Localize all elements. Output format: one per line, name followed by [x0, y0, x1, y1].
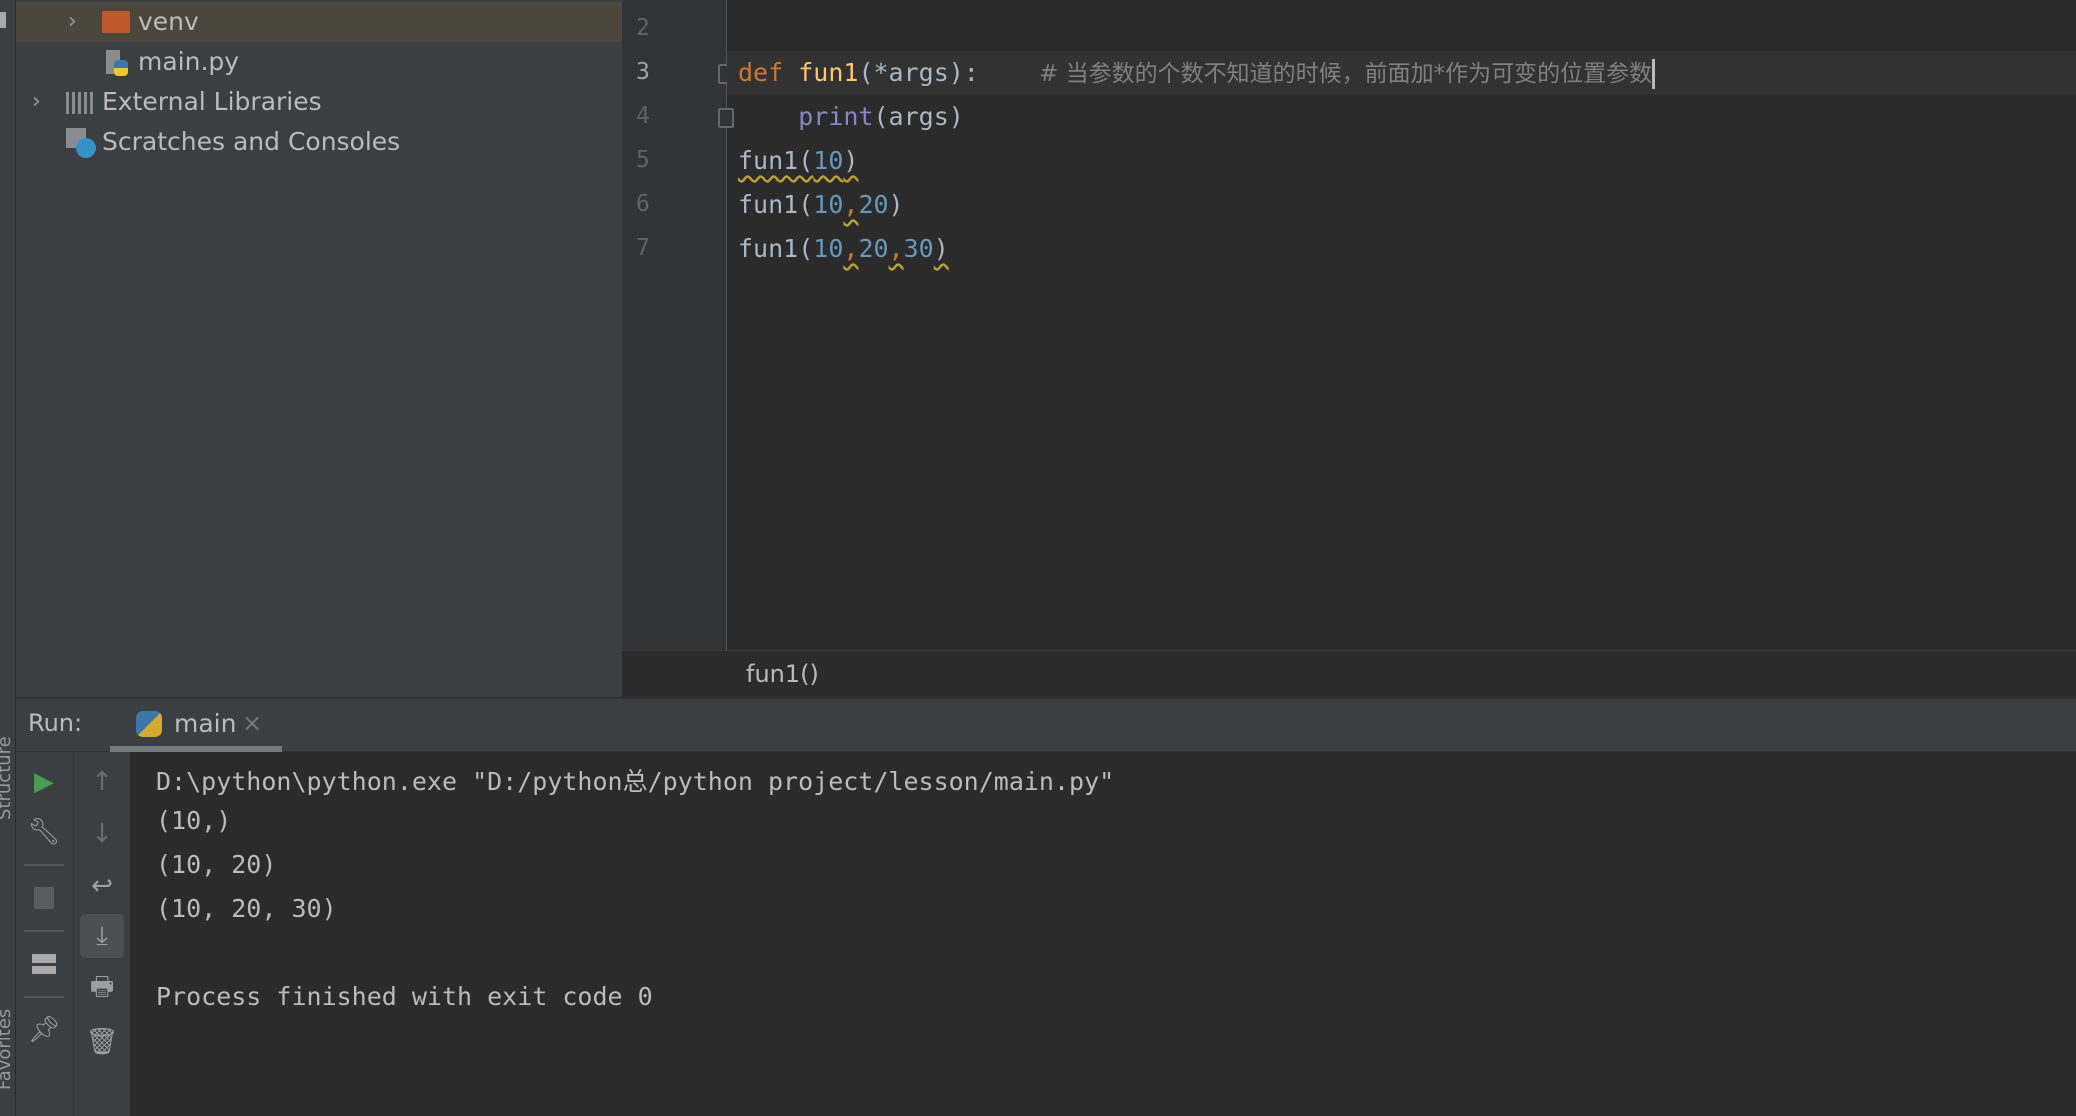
code-line-4: print(args) [738, 95, 964, 139]
code-text: fun1( [738, 234, 814, 263]
tree-item-venv[interactable]: › venv [16, 2, 622, 42]
code-line-7: fun1(10,20,30) [738, 227, 949, 271]
tree-item-scratches[interactable]: Scratches and Consoles [16, 122, 622, 162]
console-line: (10, 20) [156, 850, 277, 879]
run-toolbar-right: ↑ ↓ ↩ ⤓ 🖶︎ 🗑︎ [74, 752, 130, 1116]
code-text: ) [843, 146, 859, 175]
divider [24, 996, 64, 998]
left-tool-strip: Structure Favorites [0, 0, 16, 1116]
structure-side-tab[interactable]: Structure [0, 736, 15, 820]
breadcrumb-item[interactable]: fun1() [746, 651, 819, 697]
number: 20 [858, 234, 889, 263]
tree-item-main-py[interactable]: main.py [16, 42, 622, 82]
code-text: fun1( [738, 190, 814, 219]
console-line: (10, 20, 30) [156, 894, 337, 923]
divider [24, 864, 64, 866]
python-icon [136, 711, 162, 737]
code-text: ) [888, 190, 904, 219]
run-toolbar-left: ▶ 🔧︎ 📌︎ [16, 752, 74, 1116]
close-icon[interactable]: × [242, 709, 262, 737]
tab-label: main [174, 709, 237, 738]
clock-icon [76, 138, 96, 158]
chevron-right-icon[interactable]: › [68, 2, 77, 42]
line-number: 2 [636, 15, 650, 41]
trash-icon[interactable]: 🗑︎ [82, 1022, 122, 1062]
comma: , [843, 190, 859, 219]
console-line: Process finished with exit code 0 [156, 982, 653, 1011]
number: 20 [858, 190, 889, 219]
wrench-icon[interactable]: 🔧︎ [24, 812, 64, 852]
divider [24, 930, 64, 932]
line-number: 3 [636, 59, 650, 85]
code-line-6: fun1(10,20) [738, 183, 904, 227]
libraries-icon [66, 92, 94, 114]
stop-icon[interactable] [24, 878, 64, 918]
comma: , [888, 234, 904, 263]
number: 10 [813, 234, 844, 263]
arrow-up-icon[interactable]: ↑ [82, 762, 122, 802]
soft-wrap-icon[interactable]: ↩ [82, 866, 122, 906]
chevron-right-icon[interactable]: › [32, 82, 41, 122]
number: 10 [813, 190, 844, 219]
breadcrumb-bar: fun1() [622, 650, 2076, 697]
rerun-icon[interactable]: ▶ [24, 762, 64, 802]
console-line: D:\python\python.exe "D:/python总/python … [156, 767, 1115, 796]
print-icon[interactable]: 🖶︎ [82, 970, 122, 1010]
number: 10 [813, 146, 844, 175]
run-panel-header: Run: main × [16, 697, 2076, 752]
line-number: 7 [636, 235, 650, 261]
tree-item-label: External Libraries [102, 87, 322, 116]
line-number: 5 [636, 147, 650, 173]
code-text: ) [933, 234, 949, 263]
run-tab-main[interactable]: main × [94, 699, 282, 752]
number: 30 [903, 234, 934, 263]
line-number: 6 [636, 191, 650, 217]
comma: , [843, 234, 859, 263]
folder-icon [102, 11, 130, 33]
layout-icon[interactable] [24, 944, 64, 984]
line-gutter: 2 3 4 5 6 7 [622, 0, 734, 650]
line-number: 4 [636, 103, 650, 129]
strip-marker [0, 12, 6, 28]
run-label: Run: [28, 709, 83, 737]
favorites-side-tab[interactable]: Favorites [0, 1009, 15, 1090]
python-logo-icon [114, 60, 128, 76]
builtin: print [798, 102, 874, 131]
tree-item-label: venv [138, 7, 199, 36]
code-editor[interactable]: 2 3 4 5 6 7 def fun1(*args): # 当参数的个数不知道… [622, 0, 2076, 650]
tree-item-label: main.py [138, 47, 240, 76]
tree-item-label: Scratches and Consoles [102, 127, 401, 156]
arrow-down-icon[interactable]: ↓ [82, 814, 122, 854]
code-line-3: def fun1(*args): # 当参数的个数不知道的时候，前面加*作为可变… [738, 51, 1656, 95]
console-output[interactable]: D:\python\python.exe "D:/python总/python … [130, 752, 2076, 1116]
text-caret [1652, 59, 1656, 89]
code-text: fun1( [738, 146, 814, 175]
scroll-to-end-icon[interactable]: ⤓ [80, 914, 124, 958]
fold-end-icon[interactable] [718, 108, 734, 128]
function-name: fun1 [798, 58, 859, 87]
comment: # 当参数的个数不知道的时候，前面加*作为可变的位置参数 [1039, 61, 1653, 87]
project-tree: › venv main.py › External Libraries Scra… [16, 0, 622, 697]
code-text: (*args): [858, 58, 979, 87]
console-line: (10,) [156, 806, 232, 835]
pin-icon[interactable]: 📌︎ [24, 1010, 64, 1050]
keyword: def [738, 58, 784, 87]
code-line-5: fun1(10) [738, 139, 858, 183]
code-text: (args) [873, 102, 964, 131]
tree-item-external-libraries[interactable]: › External Libraries [16, 82, 622, 122]
